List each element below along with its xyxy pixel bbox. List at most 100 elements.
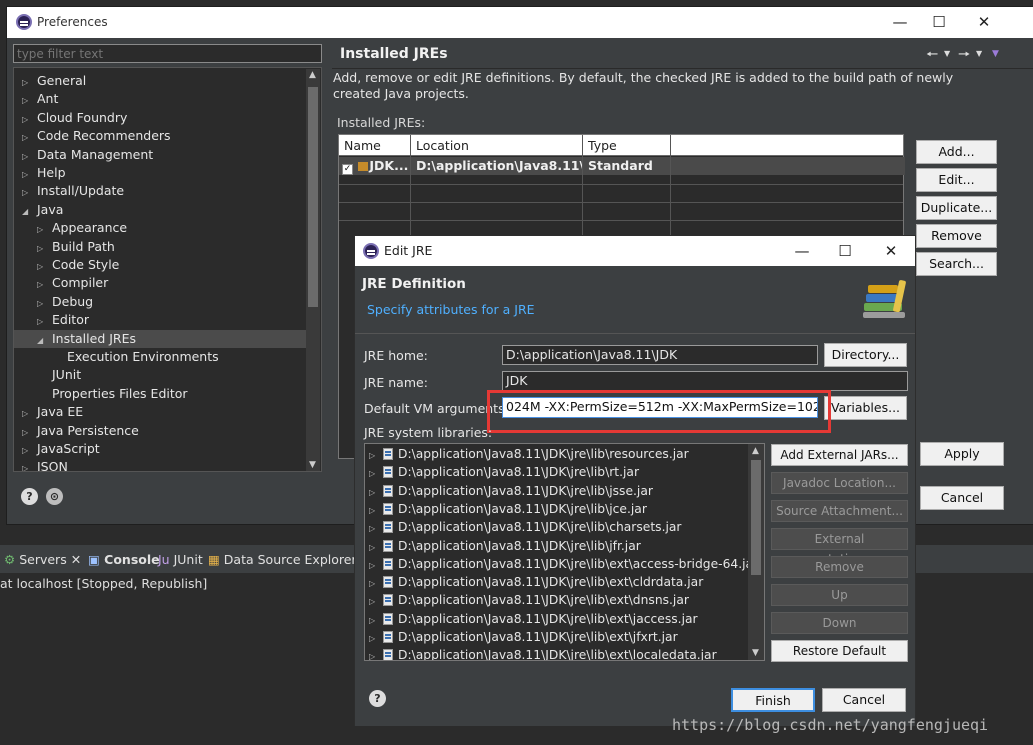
close-icon[interactable]: ✕	[880, 242, 902, 260]
library-item[interactable]: ▷ D:\application\Java8.11\JDK\jre\lib\ext…	[369, 591, 689, 609]
tree-scroll-thumb[interactable]	[308, 87, 318, 307]
forward-menu-icon[interactable]: ▼	[976, 49, 982, 58]
scroll-up-icon[interactable]: ▲	[309, 70, 316, 80]
collapsed-arrow-icon[interactable]: ▷	[369, 648, 383, 660]
back-arrow-icon[interactable]: 🠔	[926, 44, 938, 68]
tree-item[interactable]: ▷ JavaScript	[14, 440, 306, 458]
library-item[interactable]: ▷ D:\application\Java8.11\JDK\jre\lib\ext…	[369, 610, 698, 628]
collapsed-arrow-icon[interactable]: ▷	[22, 129, 32, 147]
library-item[interactable]: ▷ D:\application\Java8.11\JDK\jre\lib\jss…	[369, 482, 653, 500]
add-external-jars-button[interactable]: Add External JARs...	[771, 444, 908, 466]
collapsed-arrow-icon[interactable]: ▷	[22, 111, 32, 129]
apply-button[interactable]: Apply	[920, 442, 1004, 466]
collapsed-arrow-icon[interactable]: ▷	[37, 313, 47, 331]
jre-name-cell[interactable]: ✓ JDK...	[339, 157, 411, 175]
collapsed-arrow-icon[interactable]: ▷	[37, 295, 47, 313]
collapsed-arrow-icon[interactable]: ▷	[22, 442, 32, 460]
tree-item[interactable]: ▷ Build Path	[14, 238, 306, 256]
tree-item[interactable]: ▷ Java EE	[14, 403, 306, 421]
column-header-type[interactable]: Type	[583, 135, 671, 156]
tree-item[interactable]: ▷ Compiler	[14, 274, 306, 292]
servers-tab[interactable]: ⚙ Servers ✕	[4, 552, 81, 567]
tree-item[interactable]: ▷ Code Recommenders	[14, 127, 306, 145]
server-status-line[interactable]: at localhost [Stopped, Republish]	[0, 576, 207, 591]
library-item[interactable]: ▷ D:\application\Java8.11\JDK\jre\lib\ext…	[369, 646, 717, 660]
collapsed-arrow-icon[interactable]: ▷	[37, 258, 47, 276]
jre-name-field[interactable]: JDK	[502, 371, 908, 391]
tree-item[interactable]: ▷ Editor	[14, 311, 306, 329]
minimize-icon[interactable]: —	[889, 13, 911, 31]
filter-input[interactable]	[13, 44, 322, 63]
scroll-down-icon[interactable]: ▼	[309, 460, 316, 470]
tree-item[interactable]: Execution Environments	[14, 348, 306, 366]
scroll-down-icon[interactable]: ▼	[752, 648, 759, 658]
collapsed-arrow-icon[interactable]: ▷	[369, 465, 383, 483]
collapsed-arrow-icon[interactable]: ▷	[37, 276, 47, 294]
junit-tab[interactable]: Ju JUnit	[158, 552, 203, 567]
add-jre-button[interactable]: Add...	[916, 140, 997, 164]
tree-item[interactable]: ▷ Debug	[14, 293, 306, 311]
tree-item[interactable]: ▷ Help	[14, 164, 306, 182]
tree-item[interactable]: ◢ Java	[14, 201, 306, 219]
console-tab[interactable]: ▣ Console	[88, 552, 160, 567]
collapsed-arrow-icon[interactable]: ▷	[369, 630, 383, 648]
duplicate-jre-button[interactable]: Duplicate...	[916, 196, 997, 220]
jre-location-cell[interactable]: D:\application\Java8.11\	[411, 157, 583, 175]
library-item[interactable]: ▷ D:\application\Java8.11\JDK\jre\lib\jfr…	[369, 537, 641, 555]
edit-jre-button[interactable]: Edit...	[916, 168, 997, 192]
collapsed-arrow-icon[interactable]: ▷	[37, 240, 47, 258]
tree-item[interactable]: ▷ Ant	[14, 90, 306, 108]
tree-item[interactable]: ▷ General	[14, 72, 306, 90]
tree-item[interactable]: ▷ Appearance	[14, 219, 306, 237]
library-item[interactable]: ▷ D:\application\Java8.11\JDK\jre\lib\res…	[369, 445, 689, 463]
remove-jre-button[interactable]: Remove	[916, 224, 997, 248]
collapsed-arrow-icon[interactable]: ▷	[369, 502, 383, 520]
external-annotations-button[interactable]: External annotations...	[771, 528, 908, 566]
close-tab-icon[interactable]: ✕	[71, 552, 81, 567]
collapsed-arrow-icon[interactable]: ▷	[369, 575, 383, 593]
library-item[interactable]: ▷ D:\application\Java8.11\JDK\jre\lib\rt.…	[369, 463, 639, 481]
library-item[interactable]: ▷ D:\application\Java8.11\JDK\jre\lib\ext…	[369, 628, 678, 646]
minimize-icon[interactable]: —	[791, 242, 813, 260]
finish-button[interactable]: Finish	[731, 688, 815, 712]
collapsed-arrow-icon[interactable]: ▷	[22, 460, 32, 471]
column-header-location[interactable]: Location	[411, 135, 583, 156]
tree-item[interactable]: ▷ Cloud Foundry	[14, 109, 306, 127]
checkbox-checked-icon[interactable]: ✓	[342, 164, 353, 175]
scroll-up-icon[interactable]: ▲	[752, 446, 759, 456]
variables-button[interactable]: Variables...	[824, 396, 907, 420]
tree-item[interactable]: JUnit	[14, 366, 306, 384]
import-export-icon[interactable]: ⊙	[46, 488, 63, 505]
edit-jre-cancel-button[interactable]: Cancel	[822, 688, 906, 712]
column-header-name[interactable]: Name	[339, 135, 411, 156]
search-jre-button[interactable]: Search...	[916, 252, 997, 276]
directory-button[interactable]: Directory...	[824, 343, 907, 367]
collapsed-arrow-icon[interactable]: ▷	[369, 484, 383, 502]
tree-item[interactable]: ▷ Install/Update	[14, 182, 306, 200]
collapsed-arrow-icon[interactable]: ▷	[22, 405, 32, 423]
tree-item[interactable]: ▷ JSON	[14, 458, 306, 471]
source-attachment-button[interactable]: Source Attachment...	[771, 500, 908, 522]
close-icon[interactable]: ✕	[973, 13, 995, 31]
preferences-cancel-button[interactable]: Cancel	[920, 486, 1004, 510]
tree-item[interactable]: Properties Files Editor	[14, 385, 306, 403]
view-menu-icon[interactable]: ▼	[992, 49, 999, 59]
collapsed-arrow-icon[interactable]: ▷	[22, 74, 32, 92]
tree-item[interactable]: ▷ Data Management	[14, 146, 306, 164]
back-menu-icon[interactable]: ▼	[944, 49, 950, 58]
collapsed-arrow-icon[interactable]: ▷	[369, 539, 383, 557]
up-button[interactable]: Up	[771, 584, 908, 606]
javadoc-location-button[interactable]: Javadoc Location...	[771, 472, 908, 494]
maximize-icon[interactable]: ☐	[928, 13, 950, 31]
tree-scrollbar[interactable]: ▲ ▼	[306, 69, 320, 471]
library-item[interactable]: ▷ D:\application\Java8.11\JDK\jre\lib\ext…	[369, 573, 703, 591]
collapsed-arrow-icon[interactable]: ▷	[369, 612, 383, 630]
jre-home-field[interactable]: D:\application\Java8.11\JDK	[502, 345, 818, 365]
collapsed-arrow-icon[interactable]: ▷	[22, 148, 32, 166]
tree-item[interactable]: ▷ Code Style	[14, 256, 306, 274]
collapsed-arrow-icon[interactable]: ▷	[22, 424, 32, 442]
forward-arrow-icon[interactable]: 🠖	[958, 44, 970, 68]
collapsed-arrow-icon[interactable]: ▷	[369, 447, 383, 465]
tree-item[interactable]: ◢ Installed JREs	[14, 329, 306, 348]
collapsed-arrow-icon[interactable]: ▷	[369, 593, 383, 611]
